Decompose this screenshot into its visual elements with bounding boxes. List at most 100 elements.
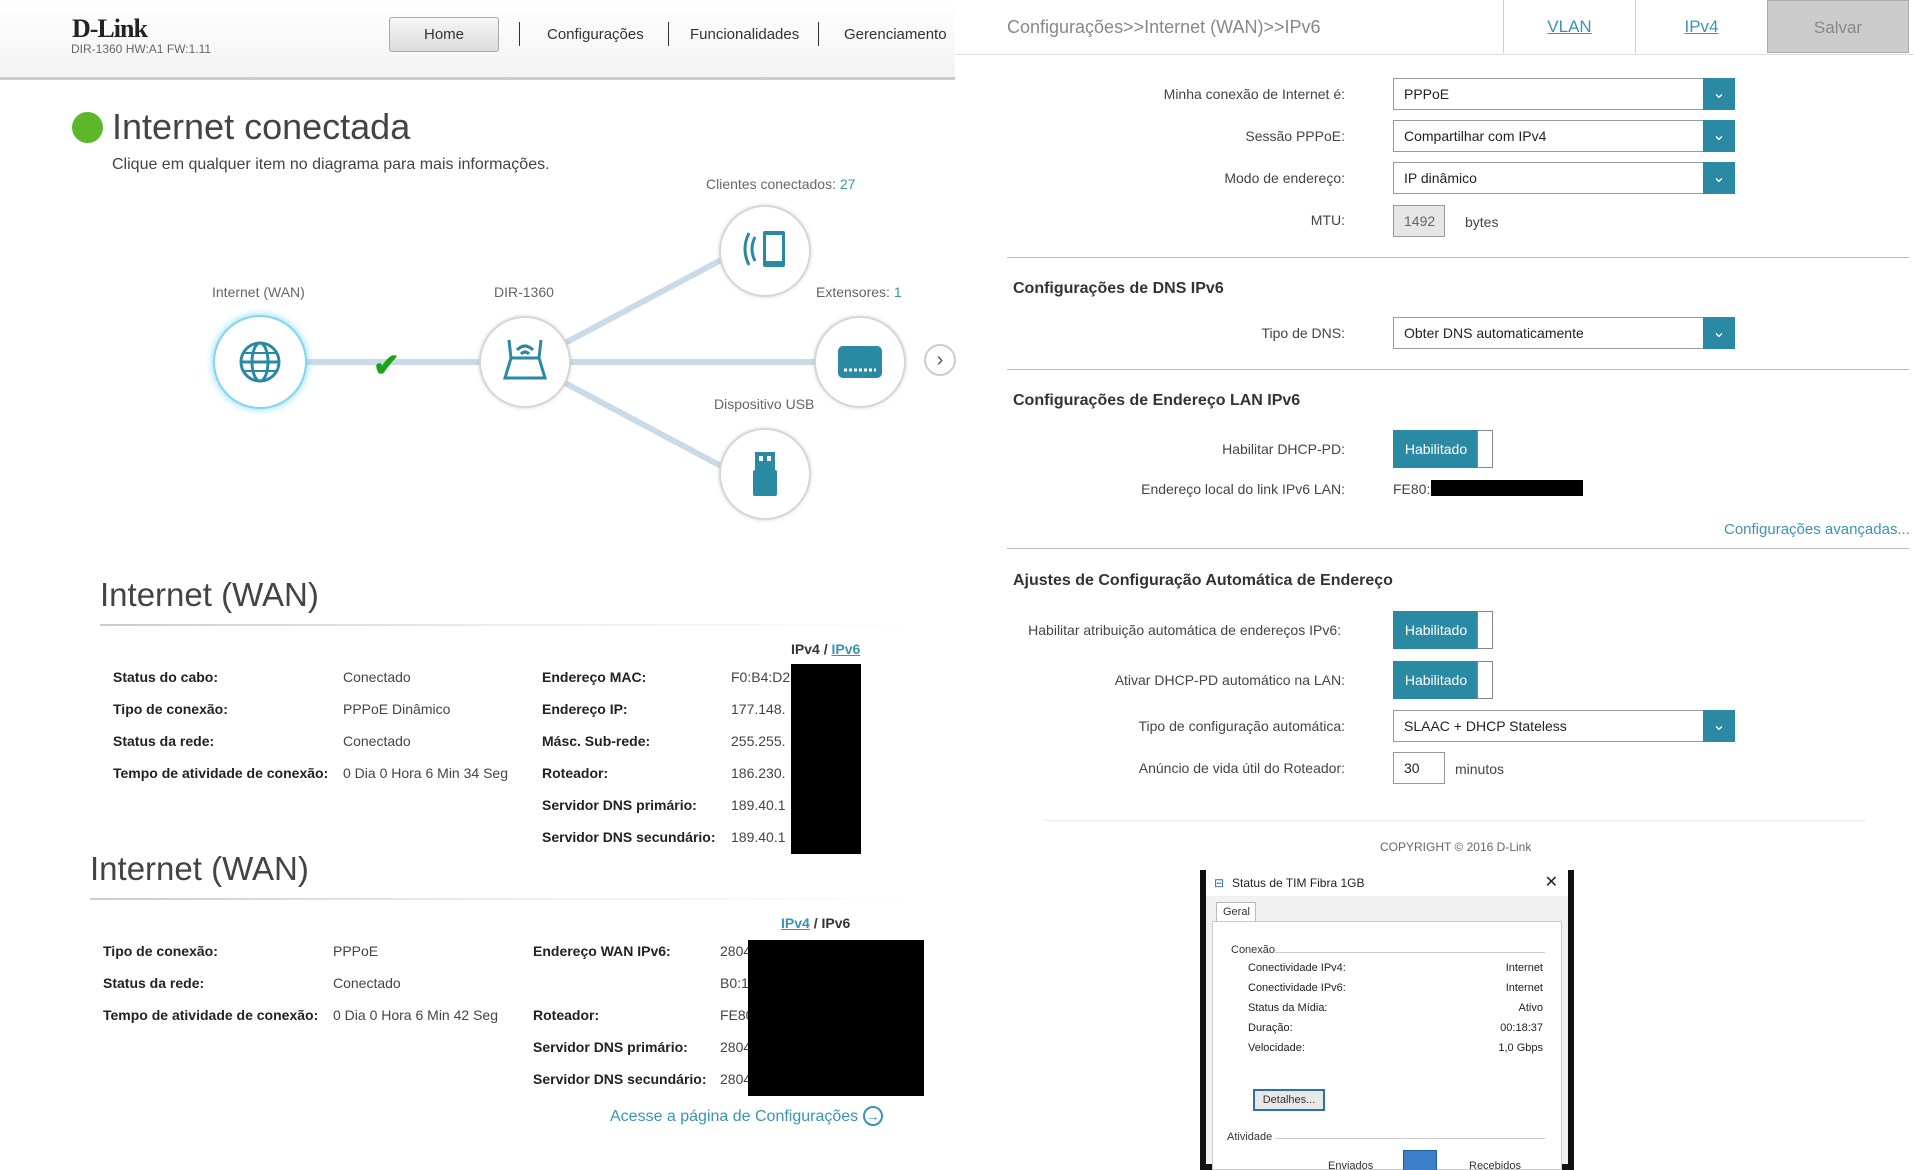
field-label: Roteador:	[533, 1007, 600, 1023]
field-value: Conectado	[343, 669, 411, 685]
section-divider	[1007, 369, 1909, 370]
nav-separator	[818, 22, 819, 46]
router-home-panel: D-Link DIR-1360 HW:A1 FW:1.11 Home Confi…	[0, 0, 956, 1170]
extenders-count: 1	[893, 284, 902, 300]
nav-home[interactable]: Home	[389, 17, 499, 52]
mtu-label: MTU:	[1310, 212, 1345, 228]
field-label: Tempo de atividade de conexão:	[103, 1007, 319, 1023]
ipv6-link[interactable]: IPv6	[831, 641, 860, 657]
field-label: Status da rede:	[103, 975, 205, 991]
field-value: 2804	[720, 943, 752, 959]
router-icon	[502, 339, 548, 380]
field-value: 189.40.1	[731, 829, 786, 845]
nav-configuracoes[interactable]: Configurações	[547, 26, 644, 43]
usb-node[interactable]	[719, 428, 811, 520]
field-label: Servidor DNS primário:	[542, 797, 697, 813]
address-mode-select[interactable]: IP dinâmico ⌄	[1393, 162, 1735, 194]
internet-node[interactable]	[213, 315, 307, 409]
field-value: PPPoE Dinâmico	[343, 701, 451, 717]
details-button[interactable]: Detalhes...	[1253, 1089, 1325, 1111]
linklocal-label: Endereço local do link IPv6 LAN:	[1141, 481, 1345, 497]
close-icon[interactable]: ✕	[1545, 870, 1558, 896]
ipv4-link[interactable]: IPv4	[781, 915, 810, 931]
field-value: 2804	[720, 1071, 752, 1087]
lifetime-label: Anúncio de vida útil do Roteador:	[1138, 760, 1345, 776]
dialog-body: Conexão Conectividade IPv4: Internet Conec…	[1212, 921, 1562, 1170]
pppoe-session-label: Sessão PPPoE:	[1245, 128, 1345, 144]
pppoe-session-value: Compartilhar com IPv4	[1404, 128, 1547, 144]
pppoe-session-select[interactable]: Compartilhar com IPv4 ⌄	[1393, 120, 1735, 152]
connection-type-select[interactable]: PPPoE ⌄	[1393, 78, 1735, 110]
chevron-right-icon[interactable]: ›	[924, 344, 956, 376]
advanced-settings-link[interactable]: Configurações avançadas...	[1724, 521, 1910, 538]
globe-icon	[239, 341, 281, 383]
tab-vlan-label: VLAN	[1547, 17, 1592, 36]
dlink-logo: D-Link	[72, 14, 148, 43]
field-label: Status da rede:	[113, 733, 215, 749]
section-divider	[1007, 548, 1909, 549]
dialog-title: Status de TIM Fibra 1GB	[1232, 876, 1365, 890]
dns-type-select[interactable]: Obter DNS automaticamente ⌄	[1393, 317, 1735, 349]
nav-funcionalidades[interactable]: Funcionalidades	[690, 26, 799, 43]
clients-node[interactable]	[719, 205, 811, 297]
field-label: Roteador:	[542, 765, 609, 781]
wan6-protocol-toggle: IPv4 / IPv6	[781, 915, 850, 931]
field-label: Endereço WAN IPv6:	[533, 943, 671, 959]
router-node-label: DIR-1360	[494, 284, 554, 300]
field-value: F0:B4:D2	[731, 669, 791, 685]
received-label: Recebidos	[1469, 1160, 1521, 1170]
usb-label: Dispositivo USB	[714, 396, 815, 412]
auto-assign-toggle[interactable]: Habilitado	[1393, 611, 1493, 649]
toggle-state: Habilitado	[1393, 661, 1479, 699]
ipv4-label: IPv4	[791, 641, 820, 657]
field-value: 2804	[720, 1039, 752, 1055]
field-value: 189.40.1	[731, 797, 786, 813]
dns-type-label: Tipo de DNS:	[1261, 325, 1345, 341]
connection-status-title: Internet conectada	[112, 106, 411, 147]
dialog-field-label: Conectividade IPv4:	[1248, 962, 1346, 974]
lifetime-unit: minutos	[1455, 761, 1505, 777]
connection-status-subtitle: Clique em qualquer item no diagrama para…	[112, 156, 550, 173]
dns-section-title: Configurações de DNS IPv6	[1013, 280, 1224, 297]
extender-node[interactable]	[814, 316, 906, 408]
toggle-knob	[1477, 430, 1493, 468]
field-label: Tempo de atividade de conexão:	[113, 765, 329, 781]
clients-link-line	[563, 255, 726, 346]
nav-separator	[668, 22, 669, 46]
tab-vlan[interactable]: VLAN	[1503, 0, 1635, 53]
save-button[interactable]: Salvar	[1767, 0, 1909, 53]
clients-label-text: Clientes conectados:	[706, 176, 836, 192]
lifetime-input[interactable]: 30	[1393, 752, 1445, 784]
dialog-titlebar: ⊟ Status de TIM Fibra 1GB ✕	[1206, 870, 1568, 896]
section-divider	[1007, 257, 1909, 258]
connection-group-label: Conexão	[1231, 944, 1276, 956]
copyright: COPYRIGHT © 2016 D-Link	[1380, 840, 1532, 854]
dns-type-value: Obter DNS automaticamente	[1404, 325, 1584, 341]
tab-geral[interactable]: Geral	[1216, 902, 1256, 922]
section-divider	[90, 898, 940, 900]
router-node[interactable]	[479, 316, 571, 408]
settings-topbar: Configurações>>Internet (WAN)>>IPv6 VLAN…	[955, 0, 1914, 55]
toggle-separator: /	[823, 641, 828, 657]
top-header: D-Link DIR-1360 HW:A1 FW:1.11 Home Confi…	[0, 0, 955, 80]
section-divider	[100, 624, 940, 626]
field-value: PPPoE	[333, 943, 379, 959]
connection-type-label: Minha conexão de Internet é:	[1163, 86, 1345, 102]
settings-page-link[interactable]: Acesse a página de Configurações →	[610, 1106, 883, 1126]
dialog-field-label: Status da Mídia:	[1248, 1002, 1328, 1014]
auto-type-select[interactable]: SLAAC + DHCP Stateless ⌄	[1393, 710, 1735, 742]
clients-count: 27	[839, 176, 856, 192]
model-info: DIR-1360 HW:A1 FW:1.11	[71, 42, 212, 56]
status-indicator-icon	[72, 112, 103, 143]
sent-label: Enviados	[1328, 1160, 1374, 1170]
address-mode-label: Modo de endereço:	[1224, 170, 1345, 186]
nav-gerenciamento[interactable]: Gerenciamento	[844, 26, 947, 43]
tab-ipv4[interactable]: IPv4	[1635, 0, 1767, 53]
tab-ipv4-label: IPv4	[1684, 17, 1719, 36]
auto-dhcppd-toggle[interactable]: Habilitado	[1393, 661, 1493, 699]
breadcrumb: Configurações>>Internet (WAN)>>IPv6	[1007, 17, 1321, 37]
mobile-device-icon	[743, 231, 785, 267]
dhcppd-toggle[interactable]: Habilitado	[1393, 430, 1493, 468]
extender-link-line	[570, 359, 820, 365]
field-label: Tipo de conexão:	[103, 943, 218, 959]
